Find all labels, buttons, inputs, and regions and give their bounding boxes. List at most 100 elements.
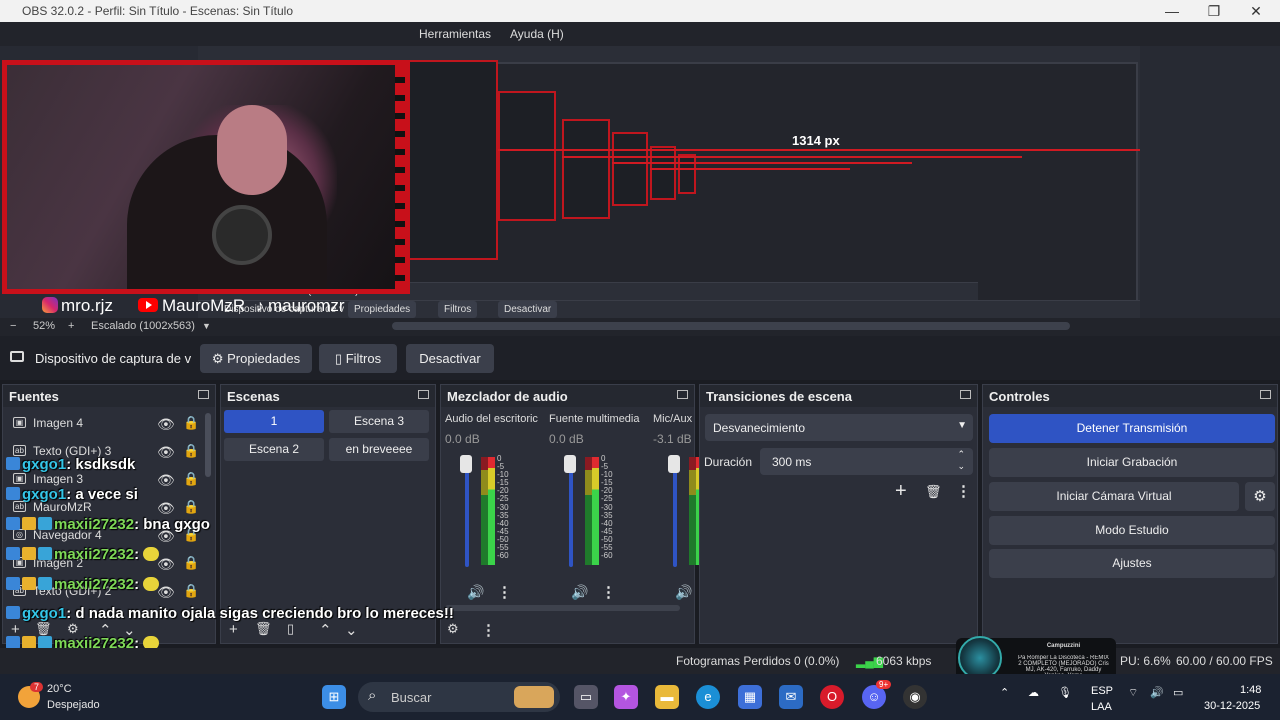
chat-badge-icon [6,487,20,500]
battery-icon[interactable]: ▭ [1173,686,1183,699]
source-row[interactable]: ▣ Imagen 4 👁 🔒 [7,410,203,438]
virtual-camera-settings-icon[interactable]: ⚙ [1245,482,1275,511]
preview-area[interactable]: 1314 px 52% Escalado (1002x563) Disposit… [0,46,1280,318]
channel-menu-icon[interactable]: ⋮ [601,583,616,601]
transitions-dock: Transiciones de escena Desvanecimiento ▼… [699,384,978,644]
spin-down-icon[interactable]: ⌄ [957,461,965,472]
minimize-icon[interactable]: — [1152,1,1192,21]
lang-code[interactable]: ESP [1091,685,1113,697]
volume-slider-knob[interactable] [564,455,576,473]
taskbar-search[interactable]: ⌕ Buscar [358,682,560,712]
start-recording-button[interactable]: Iniciar Grabación [989,448,1275,477]
zoom-dropdown-icon[interactable]: ▼ [202,321,211,331]
speaker-icon[interactable]: 🔊 [571,584,588,601]
lock-icon[interactable]: 🔒 [183,471,199,487]
scene-item[interactable]: Escena 2 [224,438,324,461]
sources-scrollbar[interactable] [205,413,211,477]
filters-button[interactable]: ▯ Filtros [319,344,397,373]
tiktok-icon: ♪ [256,298,264,315]
stop-stream-button[interactable]: Detener Transmisión [989,414,1275,443]
remove-scene-icon[interactable]: 🗑 [255,621,272,637]
lock-icon[interactable]: 🔒 [183,555,199,571]
deactivate-button[interactable]: Desactivar [406,344,494,373]
virtual-camera-button[interactable]: Iniciar Cámara Virtual [989,482,1239,511]
guide-line [498,149,1140,151]
zoom-out-button[interactable]: − [10,320,16,332]
undock-icon[interactable] [418,390,429,399]
lock-icon[interactable]: 🔒 [183,499,199,515]
clock-time[interactable]: 1:48 [1240,684,1261,696]
preview-scrollbar[interactable] [392,322,1070,330]
clock-date[interactable]: 30-12-2025 [1204,700,1260,712]
scene-item[interactable]: en breveeee [329,438,429,461]
lock-icon[interactable]: 🔒 [183,583,199,599]
lang-layout[interactable]: LAA [1091,701,1112,713]
opera-gx-icon[interactable]: O [820,685,844,709]
chat-message: gxgo1: ksdksdk [6,456,135,473]
scene-item[interactable]: 1 [224,410,324,433]
studio-mode-button[interactable]: Modo Estudio [989,516,1275,545]
windows-start-icon[interactable]: ⊞ [322,685,346,709]
channel-menu-icon[interactable]: ⋮ [497,583,512,601]
edge-icon[interactable]: e [696,685,720,709]
visibility-eye-icon[interactable]: 👁 [157,584,175,601]
store-icon[interactable]: ▦ [738,685,762,709]
gear-icon: ⚙ [211,351,224,366]
menu-help[interactable]: Ayuda (H) [510,27,564,41]
task-view-icon[interactable]: ▭ [574,685,598,709]
lock-icon[interactable]: 🔒 [183,443,199,459]
mic-icon[interactable]: 🎙 [1058,686,1072,699]
chat-username: gxgo1 [22,486,67,503]
add-transition-icon[interactable]: + [895,480,907,503]
zoom-in-button[interactable]: + [68,320,74,332]
spin-up-icon[interactable]: ⌃ [957,449,965,460]
file-explorer-icon[interactable]: ▬ [655,685,679,709]
visibility-eye-icon[interactable]: 👁 [157,444,175,461]
tray-chevron-icon[interactable]: ⌃ [1000,686,1009,699]
copilot-icon[interactable]: ✦ [614,685,638,709]
scene-up-icon[interactable]: ⌃ [319,621,332,639]
volume-slider-knob[interactable] [460,455,472,473]
undock-icon[interactable] [1260,390,1271,399]
volume-icon[interactable]: 🔊 [1150,686,1164,699]
maximize-icon[interactable]: ❐ [1194,1,1234,21]
volume-slider-track[interactable] [673,457,677,567]
visibility-eye-icon[interactable]: 👁 [157,472,175,489]
properties-button[interactable]: ⚙ Propiedades [200,344,312,373]
transition-menu-icon[interactable]: ⋮ [956,482,971,500]
close-icon[interactable]: ✕ [1236,1,1276,21]
sources-title: Fuentes [9,389,59,404]
undock-icon[interactable] [677,390,688,399]
wifi-icon[interactable]: ⌔ [1128,686,1138,700]
lock-icon[interactable]: 🔒 [183,415,199,431]
scene-item[interactable]: Escena 3 [329,410,429,433]
menu-tools[interactable]: Herramientas [419,27,491,41]
remove-transition-icon[interactable]: 🗑 [925,484,942,500]
scene-filters-icon[interactable]: ▯ [287,621,294,637]
settings-button[interactable]: Ajustes [989,549,1275,578]
visibility-eye-icon[interactable]: 👁 [157,556,175,573]
mixer-menu-icon[interactable]: ⋮ [481,621,496,639]
mixer-scrollbar[interactable] [445,605,680,611]
visibility-eye-icon[interactable]: 👁 [157,416,175,433]
meter-scale: 0-5-10-15-20-25-30-35-40-45-50-55-60 [497,454,509,560]
duration-input[interactable]: 300 ms ⌃ ⌄ [760,448,973,475]
obs-icon[interactable]: ◉ [903,685,927,709]
undock-icon[interactable] [960,390,971,399]
distance-label: 1314 px [792,133,840,148]
visibility-eye-icon[interactable]: 👁 [157,500,175,517]
speaker-icon[interactable]: 🔊 [467,584,484,601]
volume-slider-track[interactable] [569,457,573,567]
scale-label: Escalado (1002x563) [91,320,195,332]
add-scene-icon[interactable]: + [229,621,238,638]
transition-select[interactable]: Desvanecimiento ▼ [705,414,973,441]
speaker-icon[interactable]: 🔊 [675,584,692,601]
scene-down-icon[interactable]: ⌄ [345,621,358,639]
undock-icon[interactable] [198,390,209,399]
streamer-face [217,105,287,195]
onedrive-icon[interactable]: ☁ [1028,686,1039,699]
advanced-audio-icon[interactable]: ⚙ [447,621,459,637]
outlook-icon[interactable]: ✉ [779,685,803,709]
volume-slider-knob[interactable] [668,455,680,473]
volume-slider-track[interactable] [465,457,469,567]
